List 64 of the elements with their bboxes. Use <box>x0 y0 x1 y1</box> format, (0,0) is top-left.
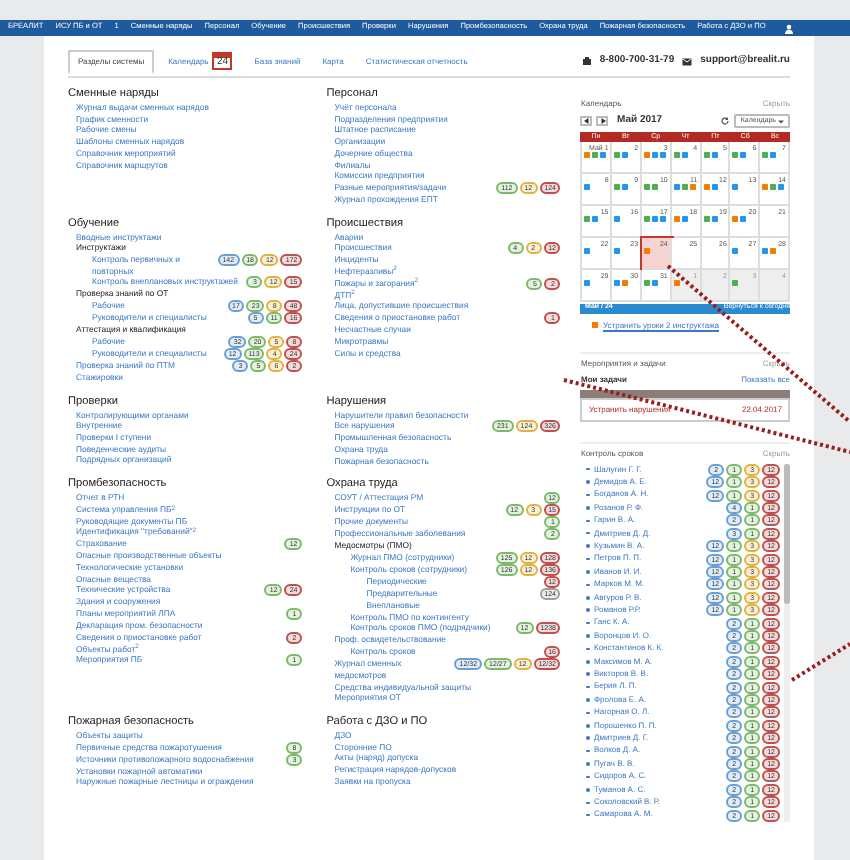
event-marker[interactable] <box>732 215 739 221</box>
event-marker[interactable] <box>622 279 629 285</box>
scrollbar[interactable] <box>784 463 790 822</box>
event-marker[interactable] <box>600 151 607 157</box>
event-marker[interactable] <box>732 151 739 157</box>
event-marker[interactable] <box>644 279 651 285</box>
event-marker[interactable] <box>681 183 688 189</box>
left-arrow-icon <box>583 118 590 125</box>
event-marker[interactable] <box>703 151 710 157</box>
event-marker[interactable] <box>652 215 659 221</box>
event-marker[interactable] <box>584 247 591 253</box>
event-marker[interactable] <box>584 183 591 189</box>
event-marker[interactable] <box>644 151 651 157</box>
next-button[interactable] <box>596 116 609 127</box>
user-icon[interactable] <box>783 23 794 33</box>
event-marker[interactable] <box>614 215 621 221</box>
event-marker[interactable] <box>592 151 599 157</box>
event-marker[interactable] <box>778 183 785 189</box>
event-marker[interactable] <box>614 247 621 253</box>
event-marker[interactable] <box>732 183 739 189</box>
event-marker[interactable] <box>762 151 769 157</box>
event-marker[interactable] <box>770 247 777 253</box>
event-marker[interactable] <box>681 151 688 157</box>
right-arrow-icon <box>599 118 606 125</box>
event-marker[interactable] <box>614 183 621 189</box>
event-marker[interactable] <box>652 279 659 285</box>
event-marker[interactable] <box>673 279 680 285</box>
event-marker[interactable] <box>762 183 769 189</box>
event-marker[interactable] <box>740 215 747 221</box>
event-marker[interactable] <box>614 279 621 285</box>
event-marker[interactable] <box>703 183 710 189</box>
event-marker[interactable] <box>614 151 621 157</box>
event-marker[interactable] <box>652 183 659 189</box>
event-marker[interactable] <box>584 215 591 221</box>
event-marker[interactable] <box>689 183 696 189</box>
event-marker[interactable] <box>732 247 739 253</box>
event-marker[interactable] <box>592 215 599 221</box>
event-marker[interactable] <box>673 215 680 221</box>
event-marker[interactable] <box>660 215 667 221</box>
event-marker[interactable] <box>770 183 777 189</box>
event-marker[interactable] <box>652 151 659 157</box>
event-marker[interactable] <box>762 247 769 253</box>
previous-button[interactable] <box>580 116 593 127</box>
event-marker[interactable] <box>644 183 651 189</box>
event-marker[interactable] <box>711 215 718 221</box>
caret-icon <box>778 119 784 124</box>
event-marker[interactable] <box>622 183 629 189</box>
event-marker[interactable] <box>681 215 688 221</box>
mail-icon <box>682 57 693 65</box>
event-marker[interactable] <box>622 151 629 157</box>
event-marker[interactable] <box>644 215 651 221</box>
event-marker[interactable] <box>644 247 651 253</box>
event-marker[interactable] <box>732 279 739 285</box>
event-marker[interactable] <box>584 279 591 285</box>
event-marker[interactable] <box>584 151 591 157</box>
event-marker[interactable] <box>770 151 777 157</box>
event-marker[interactable] <box>673 183 680 189</box>
event-marker[interactable] <box>673 151 680 157</box>
event-marker[interactable] <box>711 183 718 189</box>
event-marker[interactable] <box>740 151 747 157</box>
refresh-icon[interactable] <box>720 116 731 127</box>
event-marker[interactable] <box>660 151 667 157</box>
event-marker[interactable] <box>703 215 710 221</box>
event-marker[interactable] <box>711 151 718 157</box>
